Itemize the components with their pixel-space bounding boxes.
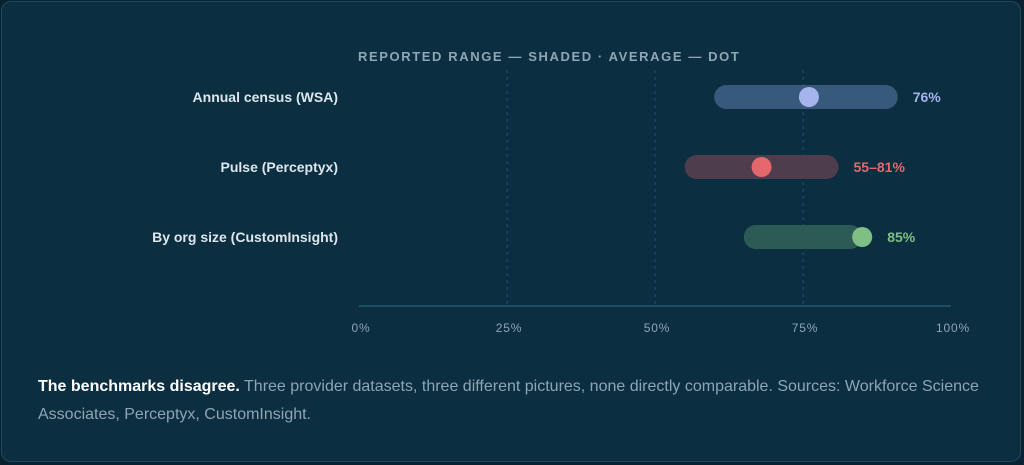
- chart-card: REPORTED RANGE — SHADED · AVERAGE — DOT …: [1, 1, 1021, 462]
- x-tick-label: 50%: [644, 321, 670, 335]
- x-tick-label: 25%: [496, 321, 522, 335]
- caption: The benchmarks disagree. Three provider …: [38, 373, 988, 429]
- value-label: 85%: [887, 229, 916, 245]
- row-label: Pulse (Perceptyx): [221, 159, 339, 175]
- average-dot: [751, 157, 772, 177]
- x-tick-label: 0%: [352, 321, 371, 335]
- x-tick-label: 100%: [936, 321, 970, 335]
- row-label: Annual census (WSA): [193, 89, 338, 105]
- row-label: By org size (CustomInsight): [152, 229, 338, 245]
- average-dot: [798, 87, 819, 107]
- caption-lead: The benchmarks disagree.: [38, 378, 240, 395]
- range-chart: 0% 25% 50% 75% 100% Annual census (WSA) 76% Pul…: [152, 70, 970, 335]
- x-tick-label: 75%: [792, 321, 818, 335]
- average-dot: [852, 227, 873, 247]
- range-bar: [743, 225, 863, 249]
- value-label: 55–81%: [854, 159, 906, 175]
- value-label: 76%: [913, 89, 942, 105]
